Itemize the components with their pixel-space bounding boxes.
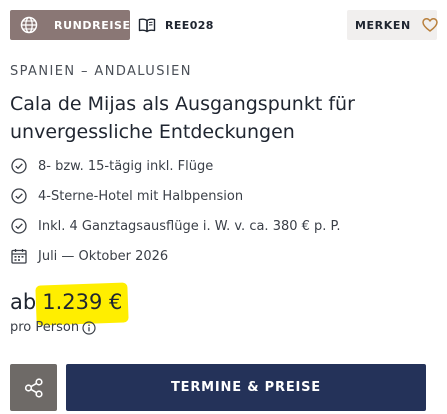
merken-button[interactable]: MERKEN xyxy=(347,10,438,40)
header-row: RUNDREISE REE028 MERKEN xyxy=(10,10,438,40)
region-label: SPANIEN – ANDALUSIEN xyxy=(10,64,192,79)
termine-preise-button[interactable]: TERMINE & PREISE xyxy=(66,364,426,411)
trip-code: REE028 xyxy=(138,10,214,40)
feature-list: 8- bzw. 15-tägig inkl. Flüge 4-Sterne-Ho… xyxy=(10,156,341,276)
feature-text: 4-Sterne-Hotel mit Halbpension xyxy=(38,188,244,204)
trip-code-label: REE028 xyxy=(165,18,214,32)
share-icon xyxy=(23,377,45,399)
travel-period-text: Juli — Oktober 2026 xyxy=(38,248,169,264)
price-note-label: pro Person xyxy=(10,320,80,335)
feature-text: Inkl. 4 Ganztagsausflüge i. W. v. ca. 38… xyxy=(38,218,341,234)
feature-item: Juli — Oktober 2026 xyxy=(10,246,341,266)
price-note: pro Person xyxy=(10,320,96,335)
share-button[interactable] xyxy=(10,364,57,411)
book-icon xyxy=(138,16,156,34)
price-prefix: ab xyxy=(10,290,37,314)
check-circle-icon xyxy=(10,217,28,235)
price: ab 1.239 € xyxy=(10,288,124,322)
cta-label: TERMINE & PREISE xyxy=(171,380,321,395)
trip-type-badge: RUNDREISE xyxy=(10,10,130,40)
offer-title[interactable]: Cala de Mijas als Ausgangspunkt für unve… xyxy=(10,90,440,146)
calendar-icon xyxy=(10,247,28,265)
heart-icon xyxy=(422,17,438,33)
feature-text: 8- bzw. 15-tägig inkl. Flüge xyxy=(38,158,214,174)
trip-type-label: RUNDREISE xyxy=(54,18,131,32)
globe-icon xyxy=(20,16,38,34)
feature-item: Inkl. 4 Ganztagsausflüge i. W. v. ca. 38… xyxy=(10,216,341,236)
info-icon[interactable] xyxy=(82,320,96,335)
feature-item: 4-Sterne-Hotel mit Halbpension xyxy=(10,186,341,206)
check-circle-icon xyxy=(10,157,28,175)
check-circle-icon xyxy=(10,187,28,205)
price-value: 1.239 € xyxy=(42,290,123,314)
feature-item: 8- bzw. 15-tägig inkl. Flüge xyxy=(10,156,341,176)
merken-label: MERKEN xyxy=(355,18,411,32)
